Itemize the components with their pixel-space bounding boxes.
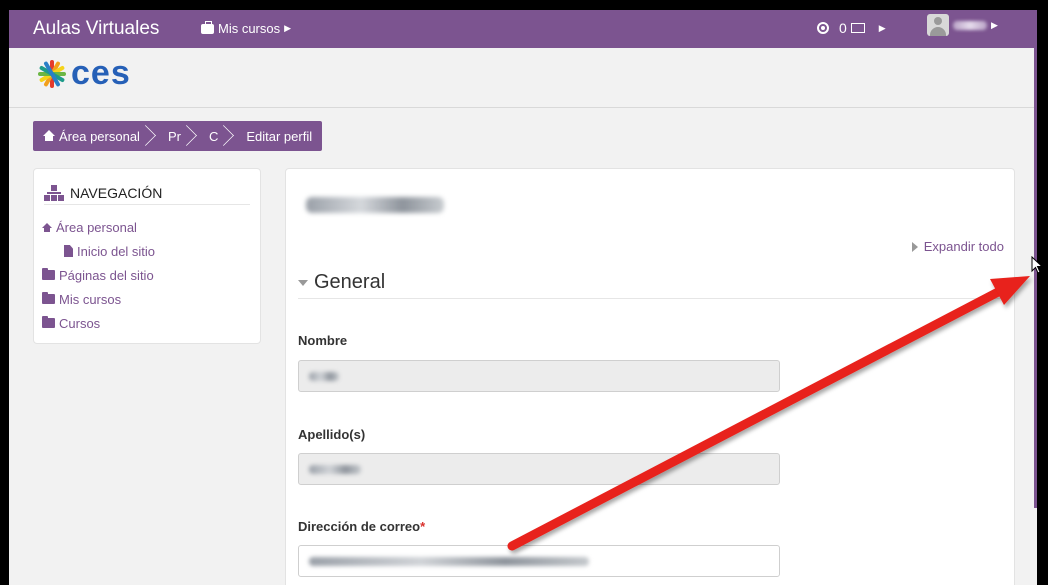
mouse-cursor-icon [1031,256,1043,274]
briefcase-icon [201,20,214,34]
folder-icon [42,268,55,280]
nav-item-area-personal[interactable]: Área personal [42,215,155,239]
redacted-value [309,557,589,566]
my-courses-label: Mis cursos [218,21,281,36]
header-logo-row: ces [9,48,1037,108]
expand-all-link[interactable]: Expandir todo [911,239,1004,254]
logo-text: ces [71,54,131,92]
user-menu[interactable]: ▶ [927,14,998,36]
breadcrumb-item-pr[interactable]: Pr [150,121,191,151]
home-icon [43,130,55,141]
email-input[interactable] [298,545,780,577]
site-brand[interactable]: Aulas Virtuales [33,18,159,40]
caret-right-icon: ▶ [284,23,292,33]
lastname-label: Apellido(s) [298,427,366,442]
breadcrumb-item-home[interactable]: Área personal [33,121,150,151]
breadcrumb-label: Pr [167,128,181,144]
edit-profile-panel: Expandir todo General Nombre Apellido(s)… [285,168,1015,585]
browser-viewport: Aulas Virtuales Mis cursos ▶ 0 ▶ ▶ ces Á… [9,10,1037,585]
nav-item-label: Mis cursos [59,291,122,307]
envelope-icon [850,23,865,33]
firstname-input[interactable] [298,360,780,392]
breadcrumb-label: C [208,128,219,144]
file-icon [64,245,73,257]
email-label: Dirección de correo* [298,519,426,534]
lastname-input[interactable] [298,453,780,485]
notifications-icon[interactable] [817,22,829,34]
navigation-block: NAVEGACIÓN Área personal Inicio del siti… [33,168,261,344]
caret-down-icon [298,279,308,286]
nav-item-label: Área personal [56,219,137,235]
logo-flower-icon [37,59,67,89]
home-icon [42,222,52,232]
nav-item-inicio-del-sitio[interactable]: Inicio del sitio [42,239,155,263]
folder-icon [42,292,55,304]
messages-menu[interactable]: 0 ▶ [839,20,886,36]
sitemap-icon [44,184,64,201]
navigation-title: NAVEGACIÓN [70,184,163,201]
breadcrumb-label: Editar perfil [246,128,313,144]
user-fullname-redacted [306,197,444,213]
nav-item-cursos[interactable]: Cursos [42,311,155,335]
top-navbar: Aulas Virtuales Mis cursos ▶ 0 ▶ ▶ [9,10,1037,48]
required-mark: * [420,519,426,534]
navigation-list: Área personal Inicio del sitio Páginas d… [42,215,155,335]
my-courses-menu[interactable]: Mis cursos ▶ [201,20,292,36]
breadcrumb-item-edit-profile[interactable]: Editar perfil [228,121,322,151]
firstname-label: Nombre [298,333,348,348]
nav-item-label: Páginas del sitio [59,267,154,283]
redacted-value [309,372,339,381]
avatar [927,14,949,36]
expand-all-label: Expandir todo [923,239,1004,254]
redacted-value [309,465,361,474]
section-title: General [314,271,386,293]
section-general-header[interactable]: General [298,267,1004,299]
nav-item-label: Inicio del sitio [77,243,156,259]
breadcrumb-item-c[interactable]: C [191,121,228,151]
caret-right-icon: ▶ [878,22,886,33]
breadcrumb: Área personal Pr C Editar perfil [33,121,323,151]
nav-item-label: Cursos [59,315,101,331]
user-name-redacted [953,20,987,30]
site-logo[interactable]: ces [37,54,131,93]
caret-right-icon [911,241,918,252]
nav-item-paginas-del-sitio[interactable]: Páginas del sitio [42,263,155,287]
folder-icon [42,316,55,328]
side-purple-strip [1034,48,1037,508]
messages-count: 0 [839,20,847,36]
nav-item-mis-cursos[interactable]: Mis cursos [42,287,155,311]
navigation-header: NAVEGACIÓN [44,181,250,205]
breadcrumb-label: Área personal [59,128,140,144]
caret-right-icon: ▶ [991,19,998,30]
